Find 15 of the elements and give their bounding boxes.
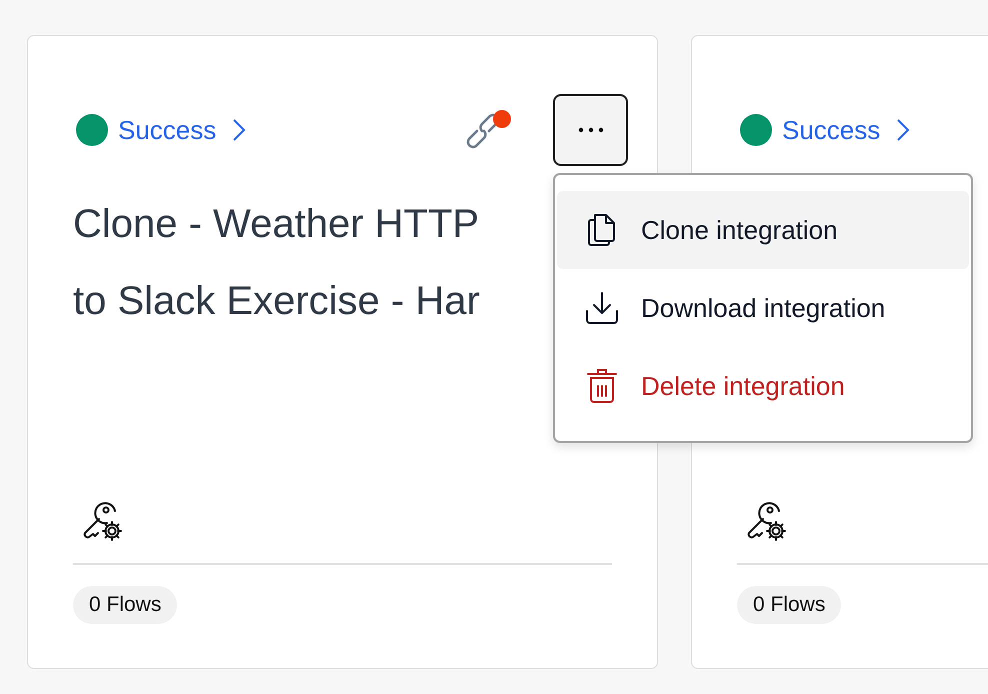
more-options-button[interactable]	[553, 94, 628, 166]
trash-icon	[585, 368, 619, 404]
integration-title: Clone - Weather HTTP to Slack Exercise - Har	[73, 201, 480, 325]
chevron-right-icon[interactable]	[232, 118, 246, 142]
menu-item[interactable]: Download integration	[557, 269, 969, 347]
menu-item[interactable]: Clone integration	[557, 191, 969, 269]
key-gear-icon	[81, 501, 125, 543]
status-link[interactable]: Success	[782, 114, 880, 146]
download-icon	[585, 291, 619, 325]
status-link[interactable]: Success	[118, 114, 216, 146]
flows-count-badge: 0 Flows	[73, 586, 178, 624]
menu-item[interactable]: Delete integration	[557, 347, 969, 425]
chevron-right-icon[interactable]	[896, 118, 910, 142]
flows-count-badge: 0 Flows	[737, 586, 842, 624]
key-gear-icon	[745, 501, 789, 543]
